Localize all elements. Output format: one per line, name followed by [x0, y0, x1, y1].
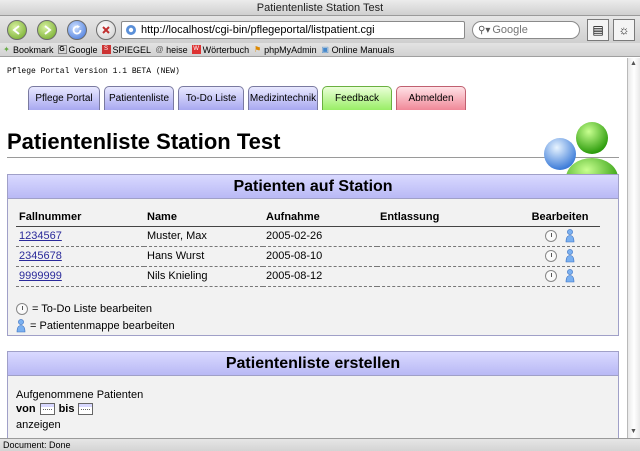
- patients-panel: Patienten auf Station Fallnummer Name Au…: [7, 174, 619, 336]
- page-icon: [126, 25, 136, 35]
- google-icon: G: [57, 45, 67, 54]
- vertical-scrollbar[interactable]: ▲ ▼: [627, 58, 640, 438]
- status-text: Document: Done: [3, 440, 71, 450]
- spiegel-icon: S: [101, 45, 111, 54]
- tab-patientenliste[interactable]: Patientenliste: [104, 86, 174, 110]
- clock-icon: [16, 303, 28, 315]
- stop-button[interactable]: [96, 20, 116, 40]
- patient-discharged: [377, 246, 517, 267]
- arrow-left-icon: [12, 25, 20, 35]
- bookmark-item-dictionary[interactable]: W Wörterbuch: [191, 45, 249, 55]
- column-header-bearbeiten: Bearbeiten: [517, 210, 600, 227]
- search-icon: ⚲▾: [478, 24, 491, 36]
- column-header-aufnahme: Aufnahme: [263, 210, 377, 227]
- version-text: Pflege Portal Version 1.1 BETA (NEW): [7, 67, 180, 76]
- table-row: 2345678 Hans Wurst 2005-08-10: [16, 246, 600, 267]
- column-header-entlassung: Entlassung: [377, 210, 517, 227]
- url-input[interactable]: [141, 24, 451, 36]
- patient-admitted: 2005-02-26: [263, 226, 377, 247]
- admitted-patients-label: Aufgenommene Patienten: [16, 389, 144, 401]
- patient-admitted: 2005-08-10: [263, 246, 377, 267]
- patients-panel-heading: Patienten auf Station: [8, 175, 618, 199]
- window-title: Patientenliste Station Test: [256, 2, 384, 14]
- legend-todo-text: = To-Do Liste bearbeiten: [32, 303, 152, 315]
- tab-pflege-portal[interactable]: Pflege Portal: [28, 86, 100, 110]
- patients-table: Fallnummer Name Aufnahme Entlassung Bear…: [16, 210, 600, 287]
- search-bar[interactable]: ⚲▾: [472, 21, 580, 39]
- phpmyadmin-icon: ⚑: [254, 45, 262, 54]
- legend-folder: = Patientenmappe bearbeiten: [16, 319, 175, 333]
- person-icon: [16, 319, 26, 333]
- tab-abmelden[interactable]: Abmelden: [396, 86, 466, 110]
- stop-icon: [102, 26, 110, 34]
- reload-button[interactable]: [67, 20, 87, 40]
- browser-toolbar: ⚲▾ ▤ ☼: [0, 16, 640, 43]
- table-header-row: Fallnummer Name Aufnahme Entlassung Bear…: [16, 210, 600, 227]
- search-input[interactable]: [492, 24, 573, 36]
- bookmark-item-bookmark[interactable]: ✦ Bookmark: [2, 45, 53, 55]
- create-list-heading: Patientenliste erstellen: [8, 352, 618, 376]
- person-icon[interactable]: [565, 249, 575, 263]
- patient-id-link[interactable]: 2345678: [19, 250, 62, 262]
- calendar-to-icon[interactable]: [78, 403, 94, 415]
- bookmark-item-heise[interactable]: @ heise: [155, 45, 188, 55]
- patient-name: Nils Knieling: [144, 266, 263, 287]
- legend-todo: = To-Do Liste bearbeiten: [16, 303, 152, 315]
- folder-icon: ▣: [321, 45, 329, 54]
- clock-icon[interactable]: [545, 230, 557, 242]
- status-bar: Document: Done: [0, 438, 640, 451]
- main-nav-tabs: Pflege Portal Patientenliste To-Do Liste…: [28, 86, 470, 110]
- person-icon[interactable]: [565, 269, 575, 283]
- table-row: 1234567 Muster, Max 2005-02-26: [16, 226, 600, 247]
- throbber-icon: ☼: [613, 19, 635, 41]
- show-label: anzeigen: [16, 419, 61, 431]
- tab-feedback[interactable]: Feedback: [322, 86, 392, 110]
- back-button[interactable]: [7, 20, 27, 40]
- tab-todo-liste[interactable]: To-Do Liste: [178, 86, 244, 110]
- address-bar[interactable]: [121, 21, 465, 39]
- clock-icon[interactable]: [545, 250, 557, 262]
- bookmark-item-spiegel[interactable]: S SPIEGEL: [101, 45, 151, 55]
- clock-icon[interactable]: [545, 270, 557, 282]
- legend-folder-text: = Patientenmappe bearbeiten: [30, 320, 175, 332]
- dictionary-icon: W: [191, 45, 201, 54]
- create-list-panel: Patientenliste erstellen Aufgenommene Pa…: [7, 351, 619, 438]
- patient-id-link[interactable]: 1234567: [19, 230, 62, 242]
- patient-id-link[interactable]: 9999999: [19, 270, 62, 282]
- bookmark-item-google[interactable]: G Google: [57, 45, 98, 55]
- person-icon[interactable]: [565, 229, 575, 243]
- from-label: von: [16, 403, 36, 415]
- to-label: bis: [58, 403, 75, 415]
- bookmark-icon: ✦: [3, 45, 10, 54]
- bookmark-item-phpmyadmin[interactable]: ⚑ phpMyAdmin: [253, 45, 317, 55]
- patient-discharged: [377, 266, 517, 287]
- reload-icon: [72, 25, 82, 35]
- patient-name: Hans Wurst: [144, 246, 263, 267]
- arrow-right-icon: [44, 25, 52, 35]
- window-title-bar: Patientenliste Station Test: [0, 0, 640, 16]
- column-header-name: Name: [144, 210, 263, 227]
- bookmarks-bar: ✦ Bookmark G Google S SPIEGEL @ heise W Wörte…: [0, 43, 640, 57]
- patient-discharged: [377, 226, 517, 247]
- download-icon[interactable]: ▤: [587, 19, 609, 41]
- date-range-row: von bis: [16, 403, 97, 415]
- scroll-down-icon[interactable]: ▼: [630, 428, 638, 436]
- scroll-up-icon[interactable]: ▲: [630, 60, 638, 68]
- title-divider: [7, 157, 619, 158]
- heise-icon: @: [155, 45, 164, 54]
- page-title: Patientenliste Station Test: [7, 129, 281, 154]
- column-header-fallnummer: Fallnummer: [16, 210, 144, 227]
- calendar-from-icon[interactable]: [39, 403, 55, 415]
- tab-medizintechnik[interactable]: Medizintechnik: [248, 86, 318, 110]
- page-viewport: Pflege Portal Version 1.1 BETA (NEW) Pfl…: [0, 58, 627, 438]
- patient-admitted: 2005-08-12: [263, 266, 377, 287]
- table-row: 9999999 Nils Knieling 2005-08-12: [16, 266, 600, 287]
- forward-button[interactable]: [37, 20, 57, 40]
- patient-name: Muster, Max: [144, 226, 263, 247]
- bookmark-item-online-manuals[interactable]: ▣ Online Manuals: [321, 45, 394, 55]
